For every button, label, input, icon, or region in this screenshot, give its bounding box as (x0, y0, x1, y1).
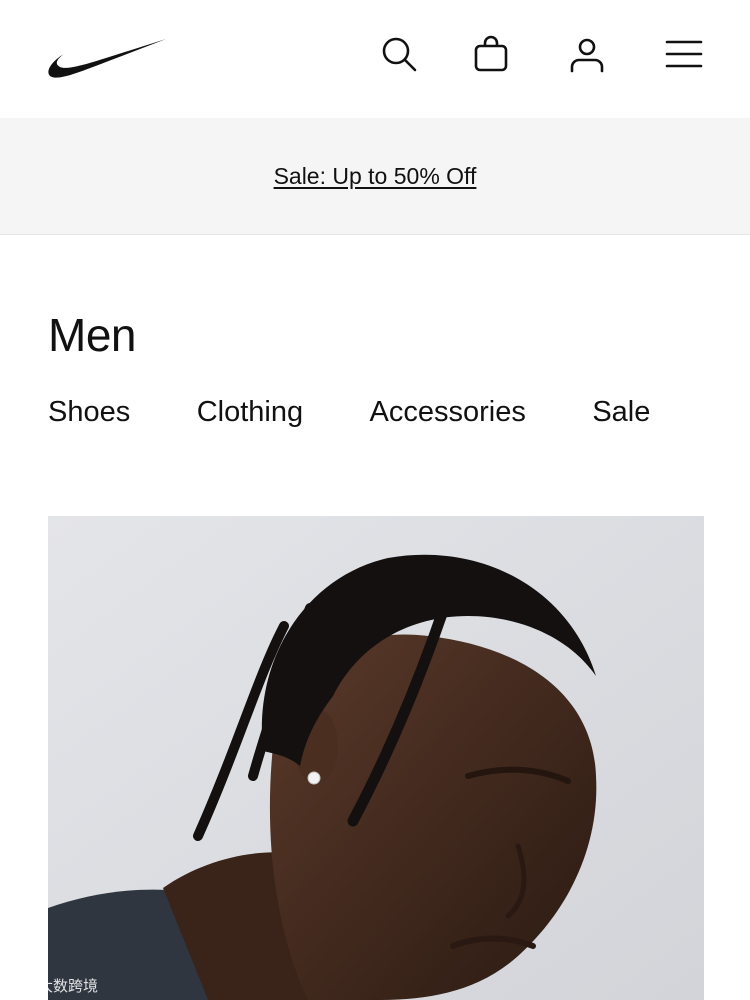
menu-icon[interactable] (662, 32, 706, 76)
page: Sale: Up to 50% Off Men Shoes Clothing A… (0, 0, 750, 1000)
category-nav: Shoes Clothing Accessories Sale (48, 396, 704, 440)
category-tab-clothing[interactable]: Clothing (197, 396, 303, 429)
bag-icon[interactable] (469, 32, 513, 76)
promo-banner: Sale: Up to 50% Off (0, 118, 750, 235)
search-icon[interactable] (377, 32, 421, 76)
watermark: 大数跨境 (6, 974, 98, 996)
hero-image[interactable] (48, 516, 704, 1000)
category-tab-shoes[interactable]: Shoes (48, 396, 130, 429)
category-tab-accessories[interactable]: Accessories (370, 396, 526, 429)
hero-photo (48, 516, 704, 1000)
nike-swoosh-logo[interactable] (46, 34, 170, 82)
watermark-text: 大数跨境 (38, 977, 99, 995)
category-tab-sale[interactable]: Sale (592, 396, 650, 429)
page-title: Men (48, 309, 136, 361)
watermark-logo (6, 979, 33, 991)
site-header (0, 0, 750, 118)
promo-link[interactable]: Sale: Up to 50% Off (274, 163, 477, 190)
account-icon[interactable] (565, 32, 609, 76)
